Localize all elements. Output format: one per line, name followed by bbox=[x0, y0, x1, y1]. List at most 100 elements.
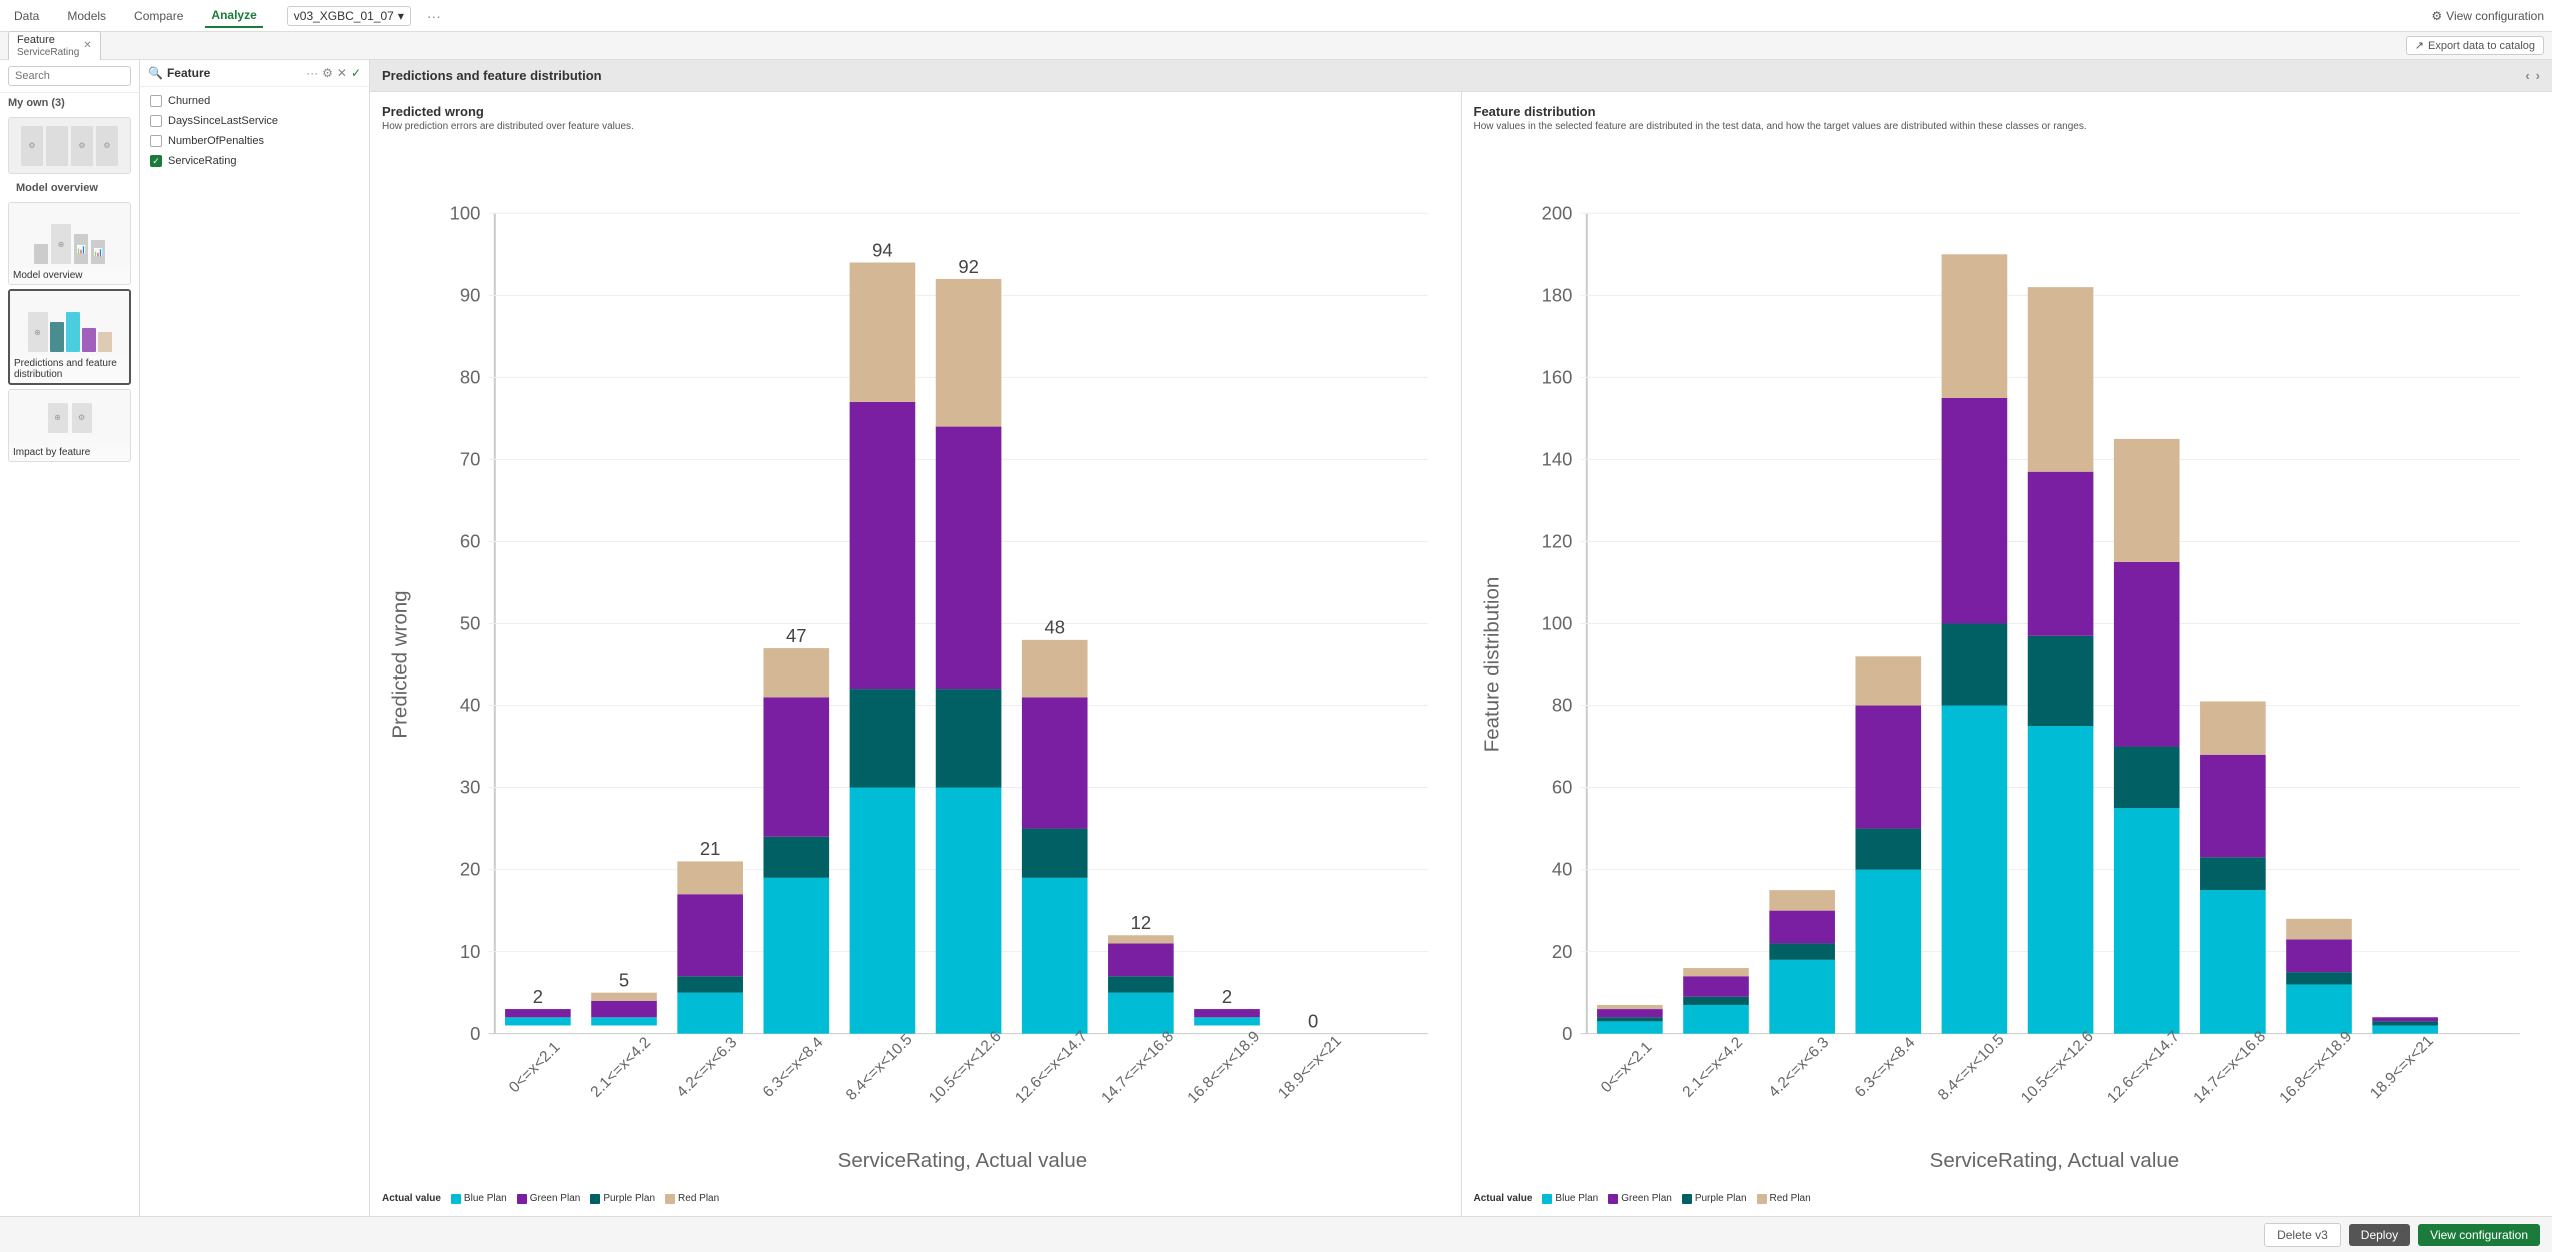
tab-feature-servicerating[interactable]: FeatureServiceRating ✕ bbox=[8, 31, 101, 61]
model-selector[interactable]: v03_XGBC_01_07 ▾ bbox=[287, 6, 411, 26]
feature-settings-icon[interactable]: ⚙ bbox=[322, 66, 333, 80]
tab-label-feature: FeatureServiceRating bbox=[17, 34, 79, 58]
svg-text:50: 50 bbox=[460, 613, 481, 634]
charts-nav: ‹ › bbox=[2525, 68, 2540, 83]
svg-text:80: 80 bbox=[1551, 695, 1572, 716]
sidebar-section-title: My own (3) bbox=[0, 93, 139, 113]
chart-right-container: Feature distribution bbox=[1474, 140, 2541, 1189]
svg-text:180: 180 bbox=[1541, 284, 1572, 305]
bar-5-purple bbox=[936, 427, 1002, 690]
top-nav: Data Models Compare Analyze v03_XGBC_01_… bbox=[0, 0, 2552, 32]
bar-6-green bbox=[1022, 829, 1088, 878]
svg-text:20: 20 bbox=[460, 859, 481, 880]
svg-text:40: 40 bbox=[460, 695, 481, 716]
feature-item-churned[interactable]: Churned bbox=[140, 91, 369, 111]
bar-3-red bbox=[763, 648, 829, 697]
bottom-bar: Delete v3 Deploy View configuration bbox=[0, 1216, 2552, 1252]
right-legend-red-label: Red Plan bbox=[1770, 1193, 1811, 1204]
legend-purple-dot bbox=[590, 1194, 600, 1204]
tab-close-icon[interactable]: ✕ bbox=[83, 40, 91, 51]
bar-2-red bbox=[677, 861, 743, 894]
bar-8-blue bbox=[1194, 1017, 1260, 1025]
svg-text:0: 0 bbox=[470, 1023, 480, 1044]
chart-right-legend: Actual value Blue Plan Green Plan Purple… bbox=[1474, 1193, 2541, 1204]
feature-more-icon[interactable]: ··· bbox=[306, 66, 318, 80]
feature-checkbox-penalties[interactable] bbox=[150, 135, 162, 147]
svg-text:21: 21 bbox=[700, 838, 721, 859]
svg-text:20: 20 bbox=[1551, 941, 1572, 962]
export-data-button[interactable]: ↗ Export data to catalog bbox=[2406, 36, 2544, 55]
legend-blue-plan: Blue Plan bbox=[451, 1193, 507, 1204]
sidebar-search-area bbox=[0, 60, 139, 93]
feature-panel: 🔍 Feature ··· ⚙ ✕ ✓ Churned DaysSinceLas… bbox=[140, 60, 370, 1216]
bar-4-red bbox=[850, 263, 916, 402]
svg-text:ServiceRating, Actual value: ServiceRating, Actual value bbox=[838, 1149, 1088, 1172]
chart-left-legend: Actual value Blue Plan Green Plan Purple… bbox=[382, 1193, 1449, 1204]
svg-text:8.4<=x<10.5: 8.4<=x<10.5 bbox=[843, 1031, 916, 1104]
feature-item-numberofpenalties[interactable]: NumberOfPenalties bbox=[140, 131, 369, 151]
svg-text:8.4<=x<10.5: 8.4<=x<10.5 bbox=[1934, 1031, 2007, 1104]
svg-text:2.1<=x<4.2: 2.1<=x<4.2 bbox=[587, 1034, 654, 1101]
svg-text:Predicted wrong: Predicted wrong bbox=[389, 590, 412, 738]
svg-text:47: 47 bbox=[786, 625, 807, 646]
feature-checkbox-days[interactable] bbox=[150, 115, 162, 127]
search-icon-feature: 🔍 bbox=[148, 66, 163, 80]
view-configuration-button[interactable]: ⚙ View configuration bbox=[2431, 9, 2544, 23]
feature-item-servicerating[interactable]: ✓ ServiceRating bbox=[140, 151, 369, 171]
svg-text:14.7<=x<16.8: 14.7<=x<16.8 bbox=[2190, 1028, 2269, 1107]
chart-left-container: Predicted wrong bbox=[382, 140, 1449, 1189]
sidebar-card-impact[interactable]: ⊕ ⚙ Impact by feature bbox=[8, 389, 131, 462]
charts-prev-icon[interactable]: ‹ bbox=[2525, 68, 2529, 83]
sidebar-card-small-row[interactable]: ⚙ ⚙ ⚙ bbox=[8, 117, 131, 174]
sidebar-card-predictions[interactable]: ⊕ Predictions and feature distribution bbox=[8, 289, 131, 385]
sidebar-card-model-overview[interactable]: ⊕ 📊 📊 Model overview bbox=[8, 202, 131, 285]
svg-text:18.9<=x<21: 18.9<=x<21 bbox=[2367, 1033, 2437, 1103]
right-legend-red-plan: Red Plan bbox=[1757, 1193, 1811, 1204]
right-legend-purple-plan: Purple Plan bbox=[1682, 1193, 1747, 1204]
svg-text:5: 5 bbox=[619, 970, 629, 991]
right-legend-actual-label: Actual value bbox=[1474, 1193, 1533, 1204]
legend-purple-label: Purple Plan bbox=[603, 1193, 655, 1204]
bar-2-green bbox=[677, 976, 743, 992]
deploy-button[interactable]: Deploy bbox=[2349, 1224, 2410, 1246]
nav-data[interactable]: Data bbox=[8, 5, 45, 27]
sidebar: My own (3) ⚙ ⚙ ⚙ Model overview bbox=[0, 60, 140, 1216]
feature-check-icon[interactable]: ✓ bbox=[351, 66, 361, 80]
feature-list: Churned DaysSinceLastService NumberOfPen… bbox=[140, 87, 369, 1216]
nav-analyze[interactable]: Analyze bbox=[205, 4, 262, 28]
legend-blue-dot bbox=[451, 1194, 461, 1204]
chart-right-panel: Feature distribution How values in the s… bbox=[1462, 92, 2552, 1216]
right-legend-green-dot bbox=[1608, 1194, 1618, 1204]
legend-purple-plan: Purple Plan bbox=[590, 1193, 655, 1204]
svg-text:16.8<=x<18.9: 16.8<=x<18.9 bbox=[1184, 1028, 1263, 1107]
feature-item-daysincelastservice[interactable]: DaysSinceLastService bbox=[140, 111, 369, 131]
feature-checkbox-churned[interactable] bbox=[150, 95, 162, 107]
feature-label-churned: Churned bbox=[168, 95, 210, 107]
svg-text:0<=x<2.1: 0<=x<2.1 bbox=[1597, 1039, 1655, 1097]
view-config-button[interactable]: View configuration bbox=[2418, 1224, 2540, 1246]
bar-5-green bbox=[936, 689, 1002, 787]
bar-6-red bbox=[1022, 640, 1088, 697]
page-title: Predictions and feature distribution bbox=[382, 68, 602, 83]
impact-card-label: Impact by feature bbox=[9, 445, 130, 461]
more-options-icon[interactable]: ··· bbox=[427, 8, 441, 24]
chart-right-title: Feature distribution bbox=[1474, 104, 2541, 119]
delete-button[interactable]: Delete v3 bbox=[2264, 1223, 2341, 1247]
svg-text:90: 90 bbox=[460, 284, 481, 305]
tab-bar: FeatureServiceRating ✕ ↗ Export data to … bbox=[0, 32, 2552, 60]
model-overview-label: Model overview bbox=[8, 178, 131, 198]
sidebar-search-input[interactable] bbox=[8, 66, 131, 86]
nav-models[interactable]: Models bbox=[61, 5, 112, 27]
nav-compare[interactable]: Compare bbox=[128, 5, 189, 27]
feature-close-icon[interactable]: ✕ bbox=[337, 66, 347, 80]
bar-2-blue bbox=[677, 993, 743, 1034]
svg-text:48: 48 bbox=[1044, 617, 1065, 638]
export-icon: ↗ bbox=[2415, 39, 2424, 52]
feature-checkbox-servicerating[interactable]: ✓ bbox=[150, 155, 162, 167]
feature-label-days: DaysSinceLastService bbox=[168, 115, 278, 127]
charts-next-icon[interactable]: › bbox=[2536, 68, 2540, 83]
chart-right-subtitle: How values in the selected feature are d… bbox=[1474, 121, 2541, 132]
svg-text:4.2<=x<6.3: 4.2<=x<6.3 bbox=[1765, 1034, 1832, 1101]
right-legend-blue-plan: Blue Plan bbox=[1542, 1193, 1598, 1204]
bar-2-purple bbox=[677, 894, 743, 976]
